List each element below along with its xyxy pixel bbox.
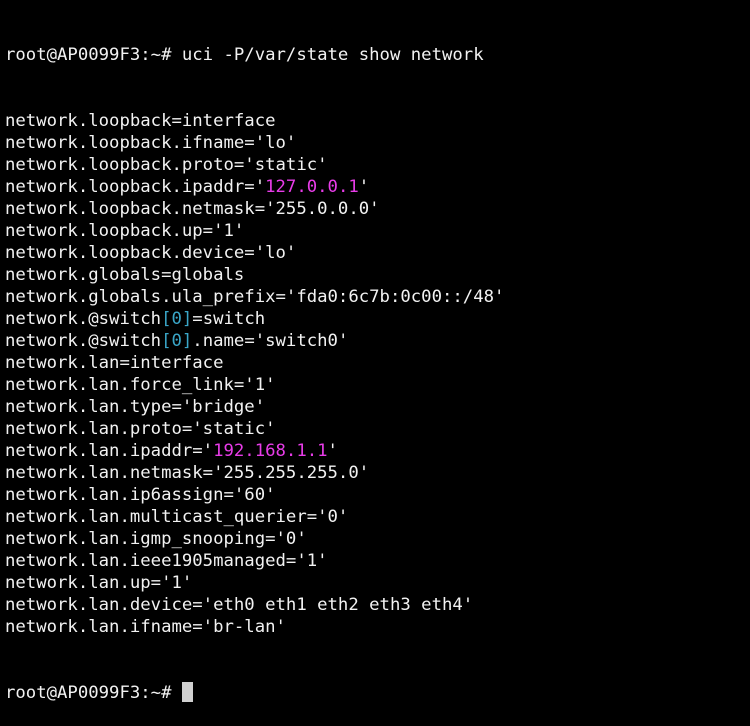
output-line: network.lan=interface [5, 353, 224, 373]
output-value: .name='switch0' [192, 331, 349, 351]
ip-address-highlight: 192.168.1.1 [213, 441, 328, 461]
output-line: network.globals.ula_prefix='fda0:6c7b:0c… [5, 287, 505, 307]
output-value: ' [358, 177, 370, 197]
output-line: network.loopback.up='1' [5, 221, 245, 241]
command-line: root@AP0099F3:~# uci -P/var/state show n… [5, 45, 484, 65]
output-value: =switch [192, 309, 266, 329]
output-key: network.loopback.ipaddr=' [5, 177, 266, 197]
output-line: network.lan.type='bridge' [5, 397, 266, 417]
output-line: network.loopback.ipaddr='127.0.0.1' [5, 176, 750, 198]
output-line: network.@switch[0]=switch [5, 308, 750, 330]
array-index-highlight: [0] [161, 309, 193, 329]
output-line: network.lan.igmp_snooping='0' [5, 529, 307, 549]
shell-prompt: root@AP0099F3:~# [5, 683, 182, 703]
output-line: network.lan.netmask='255.255.255.0' [5, 463, 370, 483]
terminal-window[interactable]: root@AP0099F3:~# uci -P/var/state show n… [0, 0, 750, 703]
output-line: network.globals=globals [5, 265, 245, 285]
output-line: network.lan.device='eth0 eth1 eth2 eth3 … [5, 595, 474, 615]
output-line: network.loopback.device='lo' [5, 243, 297, 263]
output-line: network.lan.ipaddr='192.168.1.1' [5, 440, 750, 462]
output-key: network.@switch [5, 331, 162, 351]
output-key: network.lan.ipaddr=' [5, 441, 214, 461]
prompt-line[interactable]: root@AP0099F3:~# [5, 682, 750, 704]
output-line: network.lan.ip6assign='60' [5, 485, 276, 505]
output-line: network.loopback=interface [5, 111, 276, 131]
array-index-highlight: [0] [161, 331, 193, 351]
output-line: network.lan.ieee1905managed='1' [5, 551, 328, 571]
ip-address-highlight: 127.0.0.1 [265, 177, 359, 197]
output-line: network.lan.up='1' [5, 573, 193, 593]
output-line: network.lan.force_link='1' [5, 375, 276, 395]
output-line: network.lan.proto='static' [5, 419, 276, 439]
output-line: network.@switch[0].name='switch0' [5, 330, 750, 352]
output-line: network.loopback.ifname='lo' [5, 133, 297, 153]
output-line: network.loopback.proto='static' [5, 155, 328, 175]
command-output: network.loopback=interface network.loopba… [5, 110, 750, 638]
output-line: network.lan.multicast_querier='0' [5, 507, 349, 527]
output-line: network.loopback.netmask='255.0.0.0' [5, 199, 380, 219]
output-key: network.@switch [5, 309, 162, 329]
output-value: ' [327, 441, 338, 461]
text-cursor [181, 682, 193, 702]
output-line: network.lan.ifname='br-lan' [5, 617, 286, 637]
